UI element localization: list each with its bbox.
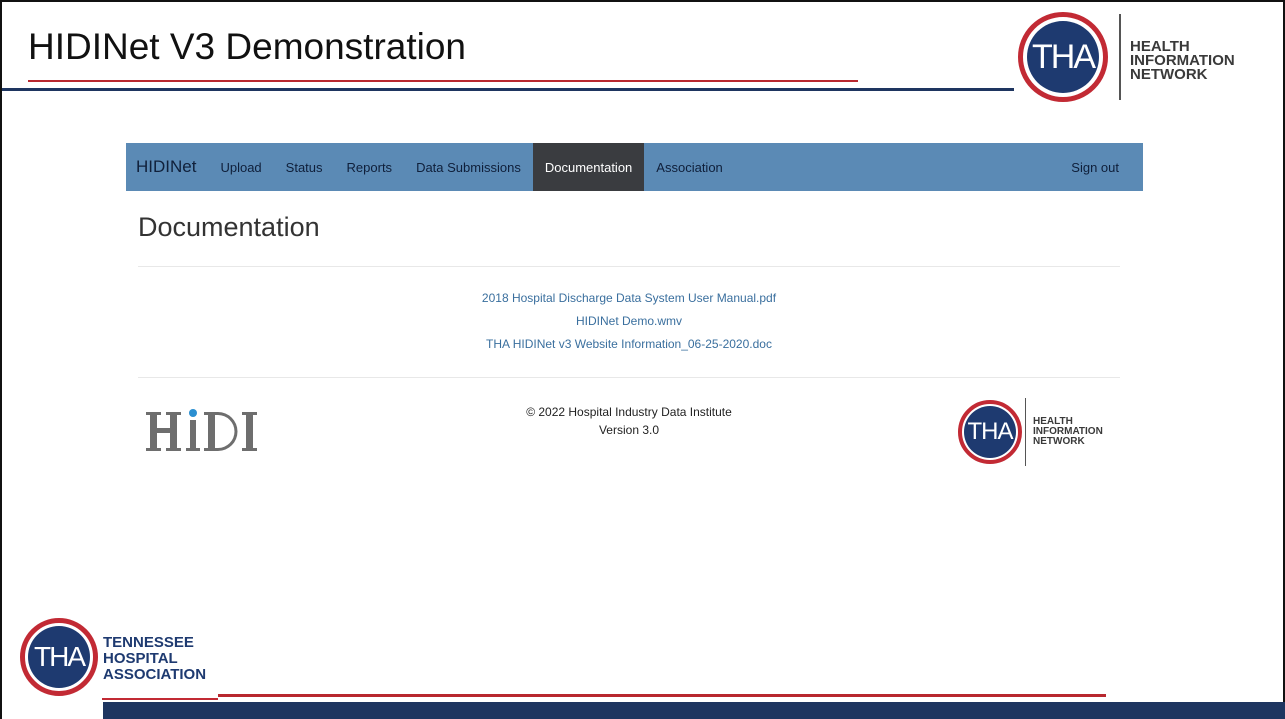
tha-footer-logo: THA <box>958 400 1022 464</box>
doc-link-demo-video[interactable]: HIDINet Demo.wmv <box>138 310 1120 333</box>
footer-logo-line-3: NETWORK <box>1033 436 1085 447</box>
tha-footer-logo-initials: THA <box>964 406 1016 458</box>
nav-status[interactable]: Status <box>274 143 335 191</box>
nav-data-submissions[interactable]: Data Submissions <box>404 143 533 191</box>
doc-link-website-info[interactable]: THA HIDINet v3 Website Information_06-25… <box>138 333 1120 356</box>
tha-name-line-1: TENNESSEE <box>103 634 194 651</box>
heading-divider <box>138 266 1120 267</box>
tha-header-logo: THA <box>1018 12 1108 102</box>
bottom-red-rule-left <box>102 698 218 700</box>
tha-name-line-2: HOSPITAL <box>103 650 178 667</box>
title-underline-navy <box>2 88 1014 91</box>
tha-association-logo-initials: THA <box>28 626 90 688</box>
footer-logo-text: HEALTH INFORMATION NETWORK <box>1033 417 1103 447</box>
bottom-red-rule <box>218 694 1106 697</box>
footer-divider <box>138 377 1120 378</box>
header-logo-divider <box>1119 14 1121 100</box>
tha-name-line-3: ASSOCIATION <box>103 666 207 683</box>
tha-association-name: TENNESSEE HOSPITAL ASSOCIATION <box>103 635 206 683</box>
nav-association[interactable]: Association <box>644 143 734 191</box>
footer-logo-divider <box>1025 398 1026 466</box>
slide-border-left <box>0 0 2 719</box>
tha-header-logo-initials: THA <box>1027 21 1099 93</box>
title-underline-red <box>28 80 858 82</box>
doc-link-user-manual[interactable]: 2018 Hospital Discharge Data System User… <box>138 287 1120 310</box>
documentation-links: 2018 Hospital Discharge Data System User… <box>138 287 1120 356</box>
header-logo-text: HEALTH INFORMATION NETWORK <box>1130 39 1235 83</box>
nav-documentation[interactable]: Documentation <box>532 143 645 191</box>
sign-out-link[interactable]: Sign out <box>1059 160 1143 175</box>
header-logo-line-3: NETWORK <box>1130 66 1208 83</box>
nav-reports[interactable]: Reports <box>335 143 405 191</box>
slide-border-top <box>0 0 1285 2</box>
slide-title: HIDINet V3 Demonstration <box>28 26 467 67</box>
page-heading: Documentation <box>138 212 320 242</box>
navbar-brand[interactable]: HIDINet <box>126 157 208 177</box>
nav-upload[interactable]: Upload <box>208 143 273 191</box>
tha-association-logo: THA <box>20 618 98 696</box>
app-navbar: HIDINet Upload Status Reports Data Submi… <box>126 143 1143 191</box>
bottom-navy-band <box>103 702 1285 719</box>
